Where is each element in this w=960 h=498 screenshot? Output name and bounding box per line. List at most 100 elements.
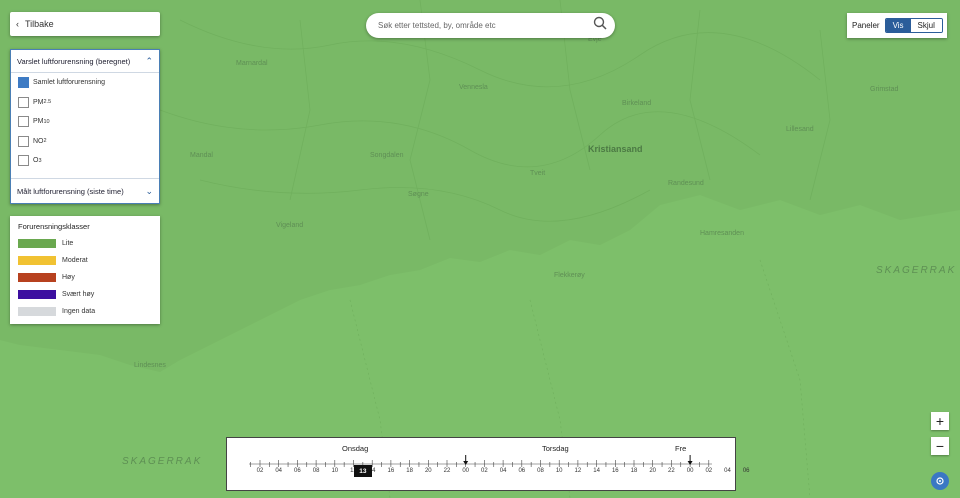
layer-option-pm10[interactable]: PM 10	[11, 112, 159, 132]
back-button-label: Tilbake	[25, 19, 54, 29]
place-label: Søgne	[408, 191, 429, 198]
timeline-hour-label: 04	[724, 468, 731, 474]
place-label: Grimstad	[870, 86, 899, 93]
legend-label: Lite	[62, 240, 74, 247]
checkbox[interactable]	[18, 116, 29, 128]
layer-option-total[interactable]: Samlet luftforurensning	[11, 73, 159, 93]
legend-title: Forurensningsklasser	[18, 222, 90, 231]
search-icon[interactable]	[593, 16, 607, 35]
city-label: Kristiansand	[588, 144, 643, 154]
legend-panel: Forurensningsklasser Lite Moderat Høy Sv…	[10, 216, 160, 324]
timeline-hour-label: 02	[705, 468, 713, 474]
panels-label: Paneler	[852, 21, 880, 30]
timeline-hour-label: 04	[275, 468, 283, 474]
legend-item: Ingen data	[18, 303, 152, 320]
timeline-hour-label: 06	[742, 468, 750, 474]
timeline-hour-label: 02	[481, 468, 488, 474]
locate-button[interactable]	[931, 472, 949, 490]
checkbox[interactable]	[18, 77, 29, 89]
measured-section-header[interactable]: Målt luftforurensning (siste time) ⌄	[11, 178, 159, 203]
timeline-hour-label: 10	[555, 468, 563, 474]
layer-option-sub: 3	[38, 157, 42, 164]
zoom-out-button[interactable]: −	[931, 437, 949, 455]
legend-item: Svært høy	[18, 286, 152, 303]
timeline-hour-label: 18	[630, 468, 638, 474]
timeline-hour-label: 18	[406, 468, 413, 474]
place-label: Tveit	[530, 170, 546, 177]
timeline-hour-label: 02	[256, 468, 264, 474]
timeline-hour-label: 20	[649, 468, 657, 474]
legend-swatch	[18, 307, 56, 316]
timeline[interactable]: Onsdag Torsdag Fre 020406081012141618202…	[226, 437, 750, 491]
panels-toggle: Paneler Vis Skjul	[847, 13, 947, 38]
timeline-hour-label: 00	[462, 468, 470, 474]
checkbox[interactable]	[18, 155, 29, 167]
layer-option-label: Samlet luftforurensning	[33, 79, 105, 87]
layer-option-o3[interactable]: O3	[11, 151, 159, 171]
forecast-section-header[interactable]: Varslet luftforurensning (beregnet) ⌃	[11, 50, 159, 73]
panels-segmented-control: Vis Skjul	[884, 18, 943, 33]
timeline-hour-label: 08	[312, 468, 320, 474]
place-label: Songdalen	[370, 152, 404, 159]
search-input[interactable]	[376, 20, 593, 31]
timeline-hour-label: 12	[574, 468, 582, 474]
place-label: Birkeland	[622, 100, 652, 107]
place-label: Hamresanden	[700, 230, 744, 237]
legend-swatch	[18, 273, 56, 282]
sea-label-west: SKAGERRAK	[122, 456, 203, 467]
timeline-hour-label: 08	[537, 468, 544, 474]
place-label: Vigeland	[276, 222, 304, 229]
place-label: Mandal	[190, 152, 213, 159]
timeline-hour-label: 16	[611, 468, 619, 474]
timeline-hour-label: 14	[593, 468, 600, 474]
place-label: Lillesand	[786, 126, 814, 133]
measured-section-title: Målt luftforurensning (siste time)	[17, 186, 124, 196]
checkbox[interactable]	[18, 96, 29, 108]
place-label: Flekkerøy	[554, 272, 585, 279]
legend-label: Svært høy	[62, 291, 95, 298]
forecast-section-title: Varslet luftforurensning (beregnet)	[17, 56, 131, 66]
legend-swatch	[18, 239, 56, 248]
timeline-hour-label: 00	[686, 468, 694, 474]
layer-option-no2[interactable]: NO 2	[11, 132, 159, 152]
crosshair-icon	[936, 477, 944, 485]
current-time-marker[interactable]: 13	[353, 465, 372, 477]
timeline-hour-label: 20	[424, 468, 432, 474]
back-button[interactable]: ‹ Tilbake	[10, 12, 160, 36]
panels-hide-button[interactable]: Skjul	[910, 19, 942, 32]
timeline-hour-label: 16	[387, 468, 395, 474]
sea-label-east: SKAGERRAK	[876, 265, 957, 276]
layer-option-pm25[interactable]: PM 2.5	[11, 93, 159, 113]
timeline-hour-label: 22	[668, 468, 675, 474]
chevron-down-icon: ⌄	[145, 185, 153, 196]
legend-label: Moderat	[62, 257, 88, 264]
timeline-ticks	[249, 455, 712, 467]
place-label: Marnardal	[236, 60, 268, 67]
timeline-hour-label: 04	[499, 468, 507, 474]
zoom-in-button[interactable]: +	[931, 412, 949, 430]
panels-show-button[interactable]: Vis	[885, 19, 911, 32]
timeline-hour-label: 22	[443, 468, 451, 474]
place-label: Lindesnes	[134, 362, 166, 369]
timeline-hour-label: 06	[294, 468, 301, 474]
midnight-marker-arrow	[687, 461, 693, 465]
layer-option-label: PM	[33, 98, 44, 106]
legend-label: Høy	[62, 274, 75, 281]
legend-item: Høy	[18, 269, 152, 286]
checkbox[interactable]	[18, 135, 29, 147]
legend-item: Moderat	[18, 252, 152, 269]
layers-panel: Varslet luftforurensning (beregnet) ⌃ Sa…	[10, 49, 160, 204]
legend-swatch	[18, 256, 56, 265]
legend-label: Ingen data	[62, 308, 96, 315]
layer-option-sub: 10	[43, 118, 50, 125]
legend-item: Lite	[18, 235, 152, 252]
timeline-hour-label: 06	[518, 468, 526, 474]
legend-swatch	[18, 290, 56, 299]
layer-option-sub: 2	[43, 138, 47, 145]
search-box[interactable]	[366, 13, 615, 38]
layer-option-sub: 2.5	[43, 99, 52, 106]
timeline-hour-label: 10	[331, 468, 339, 474]
layer-option-label: NO	[33, 137, 44, 145]
layer-option-label: PM	[33, 118, 44, 126]
chevron-up-icon: ⌃	[145, 55, 153, 66]
